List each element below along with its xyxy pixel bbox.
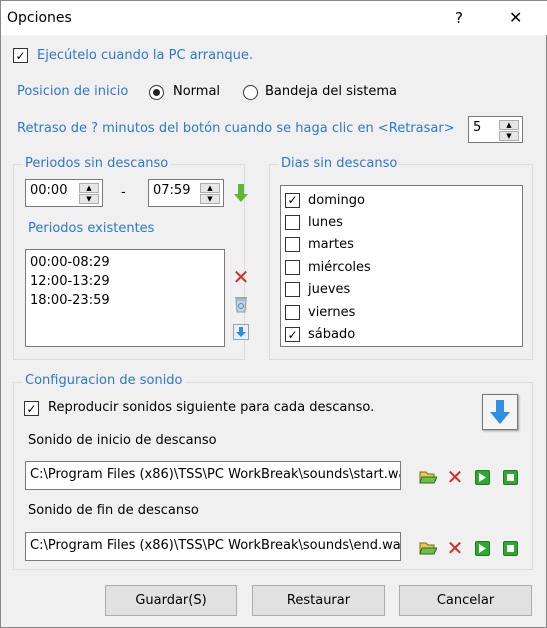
day-checkbox[interactable] (285, 259, 300, 275)
day-checkbox[interactable] (285, 215, 300, 231)
day-item[interactable]: jueves (281, 279, 522, 301)
restore-button[interactable]: Restaurar (252, 585, 385, 616)
time-dash: - (121, 185, 126, 200)
open-folder-icon[interactable] (419, 539, 437, 557)
delete-icon[interactable]: ✕ (232, 265, 250, 289)
play-sounds-checkbox[interactable]: ✓ (24, 401, 39, 416)
delay-label: Retraso de ? minutos del botón cuando se… (17, 121, 455, 136)
play-sounds-label: Reproducir sonidos siguiente para cada d… (48, 400, 375, 415)
startup-label: Ejecútelo cuando la PC arranque. (37, 48, 253, 63)
list-item[interactable]: 12:00-13:29 (30, 272, 220, 291)
title-bar: Opciones ? ✕ (1, 1, 547, 35)
to-time-input[interactable]: 07:59 ▲ ▼ (148, 179, 224, 207)
delete-icon[interactable]: ✕ (446, 465, 464, 489)
day-label: sábado (308, 327, 356, 343)
trash-icon[interactable] (232, 295, 250, 313)
day-label: viernes (308, 304, 356, 320)
startup-checkbox[interactable]: ✓ (13, 48, 28, 63)
end-sound-label: Sonido de fin de descanso (28, 503, 199, 518)
stop-icon[interactable] (501, 468, 519, 486)
start-sound-input[interactable]: C:\Program Files (x86)\TSS\PC WorkBreak\… (25, 461, 401, 490)
delete-icon[interactable]: ✕ (446, 536, 464, 560)
start-sound-path: C:\Program Files (x86)\TSS\PC WorkBreak\… (30, 467, 401, 482)
delay-input[interactable]: 5 ▲ ▼ (468, 116, 523, 143)
radio-tray[interactable] (243, 85, 258, 100)
to-time-value: 07:59 (153, 183, 191, 198)
day-item[interactable]: ✓ domingo (281, 189, 522, 211)
delay-value: 5 (473, 120, 482, 135)
day-item[interactable]: viernes (281, 301, 522, 323)
spin-up-icon[interactable]: ▲ (499, 120, 519, 130)
sound-legend: Configuracion de sonido (23, 373, 185, 388)
download-button[interactable] (482, 394, 518, 430)
play-icon[interactable] (473, 539, 491, 557)
day-checkbox[interactable]: ✓ (285, 327, 300, 343)
day-label: lunes (308, 215, 343, 231)
day-item[interactable]: miércoles (281, 256, 522, 278)
radio-normal[interactable] (149, 85, 164, 100)
day-checkbox[interactable] (285, 282, 300, 298)
help-button[interactable]: ? (455, 9, 463, 27)
spin-up-icon[interactable]: ▲ (200, 183, 220, 193)
day-label: jueves (308, 282, 351, 298)
spin-up-icon[interactable]: ▲ (79, 183, 99, 193)
day-label: domingo (308, 192, 365, 208)
day-item[interactable]: ✓ sábado (281, 323, 522, 345)
periods-legend: Periodos sin descanso (23, 156, 171, 171)
save-button[interactable]: Guardar(S) (105, 585, 237, 616)
radio-tray-label: Bandeja del sistema (265, 84, 397, 99)
spin-down-icon[interactable]: ▼ (200, 194, 220, 204)
list-item[interactable]: 18:00-23:59 (30, 291, 220, 310)
day-checkbox[interactable] (285, 304, 300, 320)
existing-periods-label: Periodos existentes (28, 221, 155, 236)
window-title: Opciones (7, 10, 72, 26)
cancel-button[interactable]: Cancelar (399, 585, 532, 616)
add-period-arrow-icon[interactable] (232, 184, 250, 202)
close-button[interactable]: ✕ (509, 8, 522, 27)
periods-list[interactable]: 00:00-08:29 12:00-13:29 18:00-23:59 (25, 249, 225, 347)
radio-normal-label: Normal (173, 84, 221, 99)
list-item[interactable]: 00:00-08:29 (30, 253, 220, 272)
move-down-icon[interactable] (232, 323, 250, 341)
day-label: miércoles (308, 259, 371, 275)
from-time-value: 00:00 (30, 183, 68, 198)
day-checkbox[interactable] (285, 237, 300, 253)
spin-down-icon[interactable]: ▼ (79, 194, 99, 204)
day-label: martes (308, 237, 354, 253)
spin-down-icon[interactable]: ▼ (499, 131, 519, 141)
day-checkbox[interactable]: ✓ (285, 192, 300, 208)
end-sound-input[interactable]: C:\Program Files (x86)\TSS\PC WorkBreak\… (25, 532, 401, 561)
position-label: Posicion de inicio (17, 84, 129, 99)
play-icon[interactable] (473, 468, 491, 486)
start-sound-label: Sonido de inicio de descanso (28, 433, 217, 448)
day-item[interactable]: lunes (281, 211, 522, 233)
stop-icon[interactable] (501, 539, 519, 557)
from-time-input[interactable]: 00:00 ▲ ▼ (25, 179, 103, 207)
arrow-down-icon (490, 400, 510, 424)
days-legend: Dias sin descanso (279, 156, 400, 171)
day-item[interactable]: martes (281, 234, 522, 256)
days-list: ✓ domingo lunes martes miércoles jueves vierne… (280, 185, 523, 347)
open-folder-icon[interactable] (419, 468, 437, 486)
end-sound-path: C:\Program Files (x86)\TSS\PC WorkBreak\… (30, 538, 401, 553)
